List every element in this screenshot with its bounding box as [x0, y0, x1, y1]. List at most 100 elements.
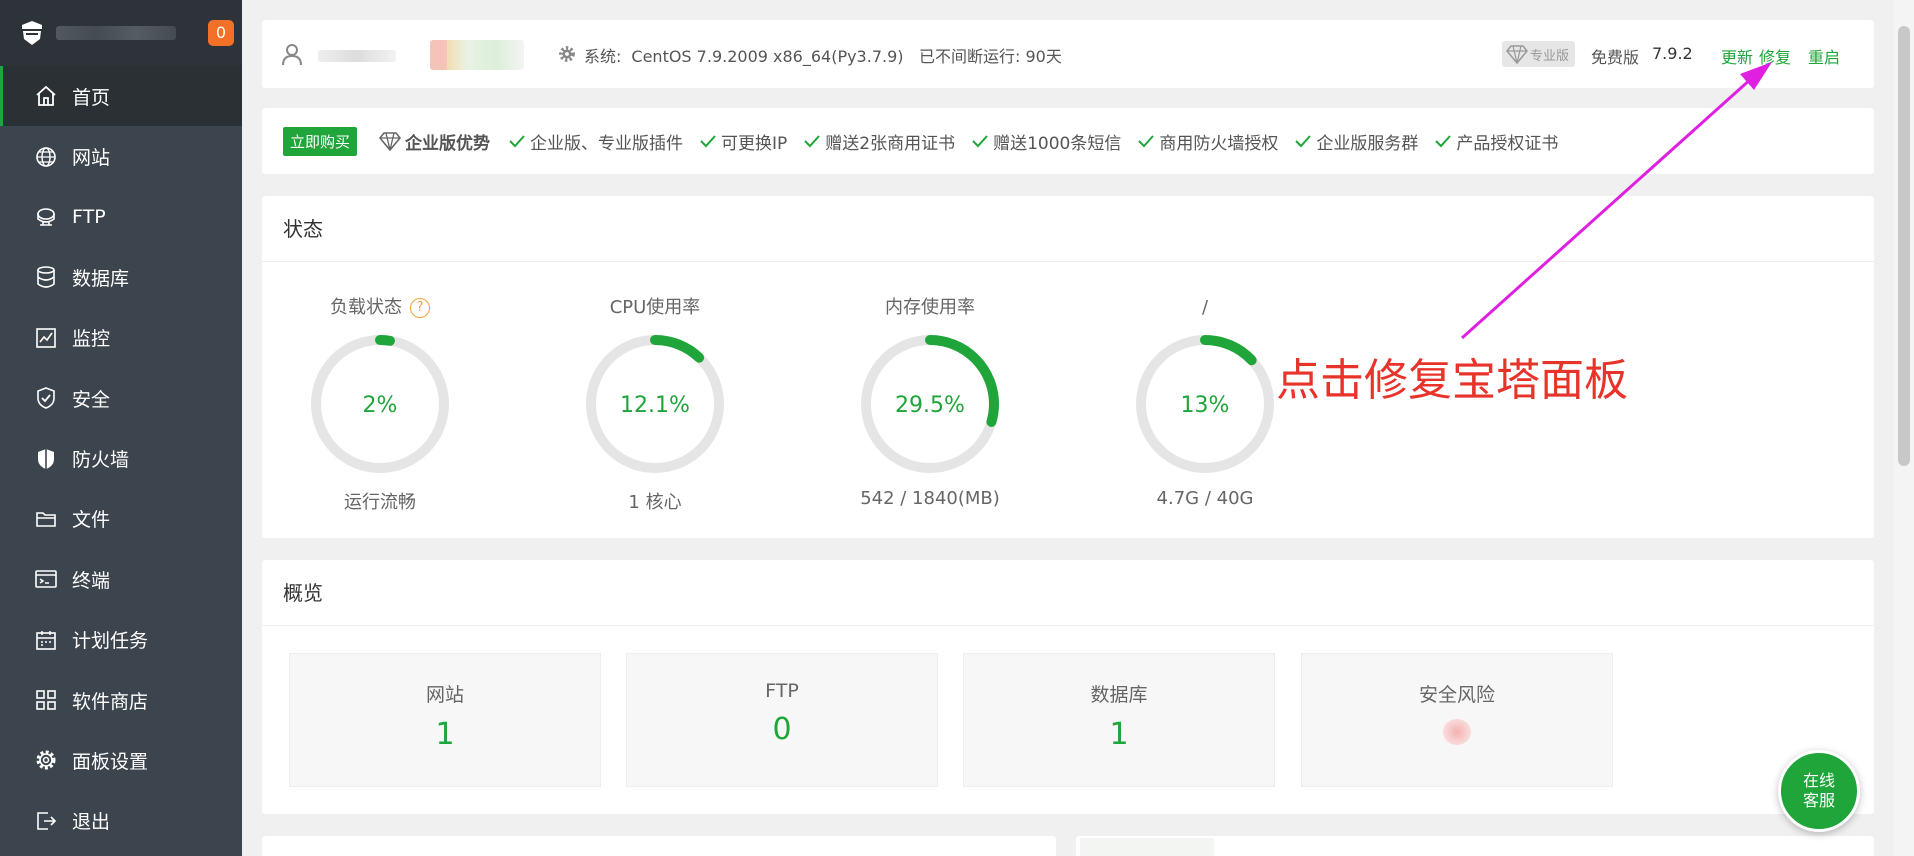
overview-value: 1	[435, 717, 455, 752]
scrollbar-thumb[interactable]	[1898, 26, 1910, 466]
sidebar-item-11[interactable]: 面板设置	[0, 730, 242, 790]
sidebar-item-label: 面板设置	[72, 750, 149, 773]
edition-label: 免费版	[1591, 48, 1640, 67]
gauge-value: 29.5%	[895, 393, 965, 418]
notification-badge[interactable]: 0	[208, 20, 234, 46]
shield-check-icon	[37, 387, 55, 409]
overview-label: 网站	[425, 684, 464, 706]
overview-box[interactable]: 网站 1	[289, 653, 601, 787]
bottom-card-left	[262, 836, 1056, 856]
pro-badge-label: 专业版	[1530, 48, 1570, 64]
globe-icon	[36, 146, 56, 167]
gauge-value: 13%	[1181, 393, 1230, 418]
overview-value: 0	[772, 712, 792, 747]
gauge-label-text: 负载状态	[330, 297, 402, 318]
monitor-icon	[36, 327, 56, 348]
sidebar-item-6[interactable]: 防火墙	[0, 428, 242, 488]
repair-link[interactable]: 修复	[1759, 44, 1791, 68]
restart-link[interactable]: 重启	[1808, 44, 1840, 68]
check-icon	[700, 135, 716, 148]
sidebar-header: 0	[0, 0, 242, 66]
gauge-label: CPU使用率	[555, 296, 755, 320]
feature-label: 产品授权证书	[1456, 133, 1559, 154]
overview-label: FTP	[765, 680, 799, 702]
sidebar-item-10[interactable]: 软件商店	[0, 670, 242, 730]
sidebar-item-0[interactable]: 首页	[0, 66, 242, 127]
overview-value: 1	[1109, 717, 1129, 752]
system-label: 系统:	[584, 47, 622, 66]
diamond-icon	[1506, 45, 1528, 64]
gauge-1[interactable]: CPU使用率 12.1% 1 核心	[555, 296, 755, 514]
gauge-3[interactable]: / 13% 4.7G / 40G	[1105, 296, 1305, 509]
online-support-button[interactable]: 在线 客服	[1778, 750, 1860, 832]
sidebar-item-label: 软件商店	[72, 690, 149, 713]
feature-label: 赠送2张商用证书	[825, 133, 956, 154]
feature-label: 赠送1000条短信	[993, 133, 1122, 154]
feature-item: 企业版服务群	[1294, 129, 1418, 154]
sidebar-item-label: 安全	[72, 388, 111, 411]
sidebar-item-4[interactable]: 监控	[0, 308, 242, 368]
check-icon	[804, 135, 821, 148]
blurred-hostname	[56, 26, 176, 40]
feature-list: 企业版、专业版插件 可更换IP 赠送2张商用证书 赠送1000条短信 商用防火墙授权 企业…	[508, 129, 1574, 154]
terminal-icon	[35, 570, 57, 589]
update-link[interactable]: 更新	[1721, 44, 1753, 68]
folder-icon	[36, 512, 56, 527]
buy-now-button[interactable]: 立即购买	[283, 126, 358, 156]
gauge-subtext: 运行流畅	[344, 492, 416, 513]
sidebar-item-12[interactable]: 退出	[0, 791, 242, 851]
feature-item: 商用防火墙授权	[1137, 129, 1278, 154]
sidebar-item-label: 防火墙	[72, 449, 130, 472]
blurred-username	[318, 50, 396, 62]
gauge-label: 负载状态?	[280, 296, 480, 320]
scrollbar[interactable]	[1894, 0, 1914, 856]
overview-card: 概览 网站 1 FTP 0 数据库 1 安全风险	[262, 560, 1874, 814]
check-icon	[1295, 135, 1312, 148]
sidebar-item-2[interactable]: FTP	[0, 187, 242, 247]
gauge-subtext: 4.7G / 40G	[1156, 488, 1254, 509]
check-icon	[509, 135, 525, 148]
gauge-ring: 2%	[311, 335, 449, 473]
feature-item: 产品授权证书	[1434, 129, 1558, 154]
sidebar-item-9[interactable]: 计划任务	[0, 610, 242, 670]
sidebar-item-8[interactable]: 终端	[0, 549, 242, 609]
gauge-value: 2%	[363, 393, 398, 418]
version: 7.9.2	[1652, 44, 1693, 63]
overview-box[interactable]: 安全风险	[1301, 653, 1613, 787]
enterprise-title-text: 企业版优势	[405, 133, 491, 154]
sidebar-item-label: 监控	[72, 328, 111, 351]
gauge-2[interactable]: 内存使用率 29.5% 542 / 1840(MB)	[830, 296, 1030, 509]
sidebar-item-3[interactable]: 数据库	[0, 247, 242, 307]
help-icon[interactable]: ?	[410, 298, 430, 318]
gauge-0[interactable]: 负载状态? 2% 运行流畅	[280, 296, 480, 514]
feature-item: 赠送2张商用证书	[803, 129, 955, 154]
header-bar: 系统: CentOS 7.9.2009 x86_64(Py3.7.9) 已不间断运…	[262, 20, 1874, 88]
home-icon	[36, 85, 56, 107]
firewall-icon	[38, 448, 54, 469]
check-icon	[972, 135, 988, 148]
ftp-icon	[37, 208, 55, 226]
gauge-subtext: 542 / 1840(MB)	[860, 488, 1000, 509]
sidebar-item-1[interactable]: 网站	[0, 126, 242, 186]
sidebar-item-label: FTP	[72, 205, 106, 228]
gauge-ring: 12.1%	[586, 335, 724, 473]
feature-label: 企业版服务群	[1316, 133, 1419, 154]
overview-label: 数据库	[1090, 684, 1148, 706]
sidebar-item-7[interactable]: 文件	[0, 489, 242, 549]
gauge-label: 内存使用率	[830, 296, 1030, 320]
user-icon	[282, 44, 302, 66]
diamond-icon	[379, 132, 402, 151]
sidebar-item-5[interactable]: 安全	[0, 368, 242, 428]
pro-edition-badge[interactable]: 专业版	[1502, 41, 1576, 67]
overview-box[interactable]: FTP 0	[626, 653, 938, 787]
blurred-ip	[430, 40, 524, 70]
gauge-label-text: 内存使用率	[885, 297, 975, 318]
check-icon	[1435, 135, 1452, 148]
blurred-content	[1080, 838, 1214, 856]
gauge-ring: 29.5%	[861, 335, 999, 473]
enterprise-promo-bar: 立即购买 企业版优势 企业版、专业版插件 可更换IP 赠送2张商用证书 赠送1000条…	[262, 108, 1874, 174]
feature-item: 可更换IP	[699, 129, 787, 154]
overview-box[interactable]: 数据库 1	[963, 653, 1275, 787]
sidebar-menu: 首页 网站 FTP 数据库监控安全防火墙文件 终端 计划任务软件商店面板设置退出	[0, 66, 242, 851]
annotation-text: 点击修复宝塔面板	[1276, 355, 1628, 406]
